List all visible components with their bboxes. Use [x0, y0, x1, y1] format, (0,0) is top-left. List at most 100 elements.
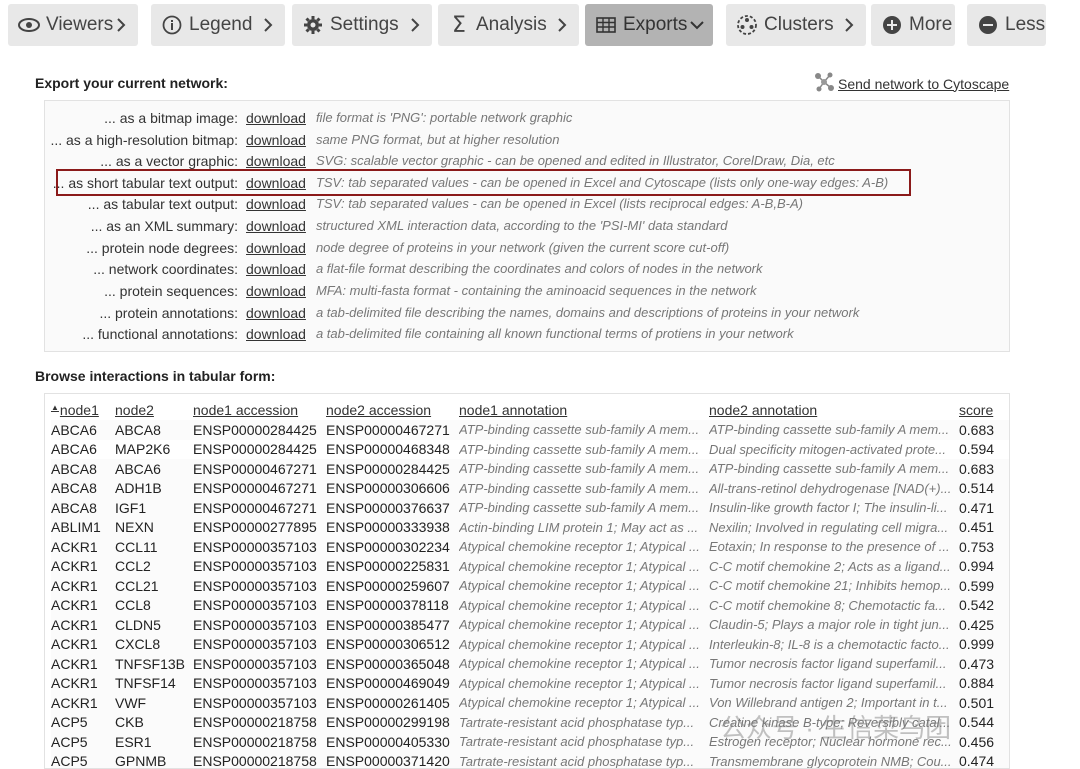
cell-node1: ACKR1: [51, 556, 115, 576]
export-label: ... as a bitmap image:: [104, 109, 238, 126]
download-link[interactable]: download: [246, 132, 306, 148]
export-row-vector: ... as a vector graphic: download SVG: s…: [45, 150, 1011, 171]
less-button[interactable]: Less: [967, 4, 1046, 46]
settings-button[interactable]: Settings: [292, 4, 432, 46]
export-description: MFA: multi-fasta format - containing the…: [315, 283, 757, 298]
send-to-cytoscape-link[interactable]: Send network to Cytoscape: [838, 76, 1009, 92]
table-row[interactable]: ACKR1 CLDN5 ENSP00000357103 ENSP00000385477…: [51, 615, 1009, 635]
more-button[interactable]: More: [871, 4, 955, 46]
export-label: ... as an XML summary:: [90, 217, 238, 234]
column-header-node1-accession[interactable]: node1 accession: [193, 400, 326, 420]
download-link[interactable]: download: [246, 218, 306, 234]
table-row[interactable]: ABCA6 MAP2K6 ENSP00000284425 ENSP0000046834…: [51, 439, 1009, 459]
chevron-right-icon: [842, 16, 856, 34]
table-row[interactable]: ABCA6 ABCA8 ENSP00000284425 ENSP00000467271…: [51, 420, 1009, 440]
table-row[interactable]: ACP5 ESR1 ENSP00000218758 ENSP00000405330 Ta…: [51, 732, 1009, 752]
table-row[interactable]: ABCA8 ABCA6 ENSP00000467271 ENSP00000284425…: [51, 459, 1009, 479]
analysis-button[interactable]: Σ Analysis: [438, 4, 579, 46]
cell-node1-annotation: Atypical chemokine receptor 1; Atypical …: [459, 634, 709, 654]
cell-score: 0.753: [959, 537, 1009, 557]
table-row[interactable]: ACKR1 VWF ENSP00000357103 ENSP00000261405 At…: [51, 693, 1009, 713]
table-row[interactable]: ABCA8 IGF1 ENSP00000467271 ENSP00000376637 A…: [51, 498, 1009, 518]
cell-node1-annotation: Atypical chemokine receptor 1; Atypical …: [459, 556, 709, 576]
table-row[interactable]: ACKR1 TNFSF14 ENSP00000357103 ENSP000004690…: [51, 673, 1009, 693]
cell-node2-annotation: Tumor necrosis factor ligand superfamil.…: [709, 673, 959, 693]
table-row[interactable]: ABCA8 ADH1B ENSP00000467271 ENSP00000306606…: [51, 478, 1009, 498]
cell-node2: GPNMB: [115, 751, 193, 768]
download-link[interactable]: download: [246, 305, 306, 321]
toolbar: Viewers Legend Settings Σ Analysis Expor…: [8, 4, 1080, 46]
table-row[interactable]: ACKR1 CCL21 ENSP00000357103 ENSP00000259607…: [51, 576, 1009, 596]
column-header-node2-annotation[interactable]: node2 annotation: [709, 400, 959, 420]
cell-node2-accession: ENSP00000302234: [326, 537, 459, 557]
cell-node2-accession: ENSP00000376637: [326, 498, 459, 518]
download-link[interactable]: download: [246, 175, 306, 191]
cell-node1-accession: ENSP00000467271: [193, 498, 326, 518]
cell-node1: ACP5: [51, 712, 115, 732]
legend-button[interactable]: Legend: [151, 4, 285, 46]
column-header-node1-annotation[interactable]: node1 annotation: [459, 400, 709, 420]
cell-score: 0.501: [959, 693, 1009, 713]
viewers-button[interactable]: Viewers: [8, 4, 138, 46]
cell-node1: ACP5: [51, 751, 115, 768]
table-row[interactable]: ACKR1 CCL8 ENSP00000357103 ENSP00000378118 A…: [51, 595, 1009, 615]
cell-node1: ACKR1: [51, 537, 115, 557]
cell-node1-annotation: Atypical chemokine receptor 1; Atypical …: [459, 576, 709, 596]
table-header-row: ▲node1 node2 node1 accession node2 acces…: [51, 400, 1009, 420]
cell-node2: CLDN5: [115, 615, 193, 635]
gear-icon: [302, 14, 324, 36]
export-options-panel: ... as a bitmap image: download file for…: [44, 100, 1010, 352]
table-row[interactable]: ACKR1 CXCL8 ENSP00000357103 ENSP00000306512…: [51, 634, 1009, 654]
cell-node1-accession: ENSP00000357103: [193, 693, 326, 713]
cell-node2-annotation: Nexilin; Involved in regulating cell mig…: [709, 517, 959, 537]
exports-button[interactable]: Exports: [585, 4, 713, 46]
table-row[interactable]: ACKR1 CCL2 ENSP00000357103 ENSP00000225831 A…: [51, 556, 1009, 576]
cell-node1: ACKR1: [51, 693, 115, 713]
export-row-node-degrees: ... protein node degrees: download node …: [45, 237, 1011, 258]
table-row[interactable]: ABLIM1 NEXN ENSP00000277895 ENSP00000333938…: [51, 517, 1009, 537]
download-link[interactable]: download: [246, 326, 306, 342]
cell-node2: CCL2: [115, 556, 193, 576]
table-row[interactable]: ACKR1 TNFSF13B ENSP00000357103 ENSP00000365…: [51, 654, 1009, 674]
cell-score: 0.514: [959, 478, 1009, 498]
cell-node2-accession: ENSP00000284425: [326, 459, 459, 479]
cell-node2-annotation: ATP-binding cassette sub-family A mem...: [709, 459, 959, 479]
cell-node2: MAP2K6: [115, 439, 193, 459]
export-row-sequences: ... protein sequences: download MFA: mul…: [45, 280, 1011, 301]
cell-node2-annotation: Interleukin-8; IL-8 is a chemotactic fac…: [709, 634, 959, 654]
interactions-section-title: Browse interactions in tabular form:: [35, 368, 276, 384]
table-row[interactable]: ACP5 CKB ENSP00000218758 ENSP00000299198 Tar…: [51, 712, 1009, 732]
export-label: ... functional annotations:: [82, 325, 238, 342]
cell-node2-annotation: C-C motif chemokine 8; Chemotactic fa...: [709, 595, 959, 615]
column-header-node2-accession[interactable]: node2 accession: [326, 400, 459, 420]
download-link[interactable]: download: [246, 283, 306, 299]
cell-node1-annotation: Atypical chemokine receptor 1; Atypical …: [459, 673, 709, 693]
analysis-label: Analysis: [476, 14, 547, 35]
download-link[interactable]: download: [246, 196, 306, 212]
column-header-score[interactable]: score: [959, 400, 1009, 420]
cell-node2-accession: ENSP00000306512: [326, 634, 459, 654]
cell-node2-accession: ENSP00000261405: [326, 693, 459, 713]
clusters-button[interactable]: Clusters: [726, 4, 866, 46]
column-header-node2[interactable]: node2: [115, 400, 193, 420]
download-link[interactable]: download: [246, 240, 306, 256]
cell-score: 0.425: [959, 615, 1009, 635]
download-link[interactable]: download: [246, 153, 306, 169]
cell-node2-accession: ENSP00000468348: [326, 439, 459, 459]
cell-node2-annotation: Tumor necrosis factor ligand superfamil.…: [709, 654, 959, 674]
cell-node2-accession: ENSP00000469049: [326, 673, 459, 693]
column-header-node1[interactable]: ▲node1: [51, 400, 115, 420]
export-description: a flat-file format describing the coordi…: [315, 261, 763, 276]
table-row[interactable]: ACKR1 CCL11 ENSP00000357103 ENSP00000302234…: [51, 537, 1009, 557]
download-link[interactable]: download: [246, 261, 306, 277]
cell-node1-accession: ENSP00000277895: [193, 517, 326, 537]
clusters-label: Clusters: [764, 14, 834, 35]
cell-node1: ACKR1: [51, 634, 115, 654]
cell-node2: CXCL8: [115, 634, 193, 654]
cell-node2: CCL8: [115, 595, 193, 615]
cell-node1: ABCA8: [51, 459, 115, 479]
sort-ascending-icon: ▲: [51, 403, 59, 412]
table-row[interactable]: ACP5 GPNMB ENSP00000218758 ENSP00000371420 T…: [51, 751, 1009, 768]
export-label: ... protein annotations:: [99, 304, 238, 321]
download-link[interactable]: download: [246, 110, 306, 126]
